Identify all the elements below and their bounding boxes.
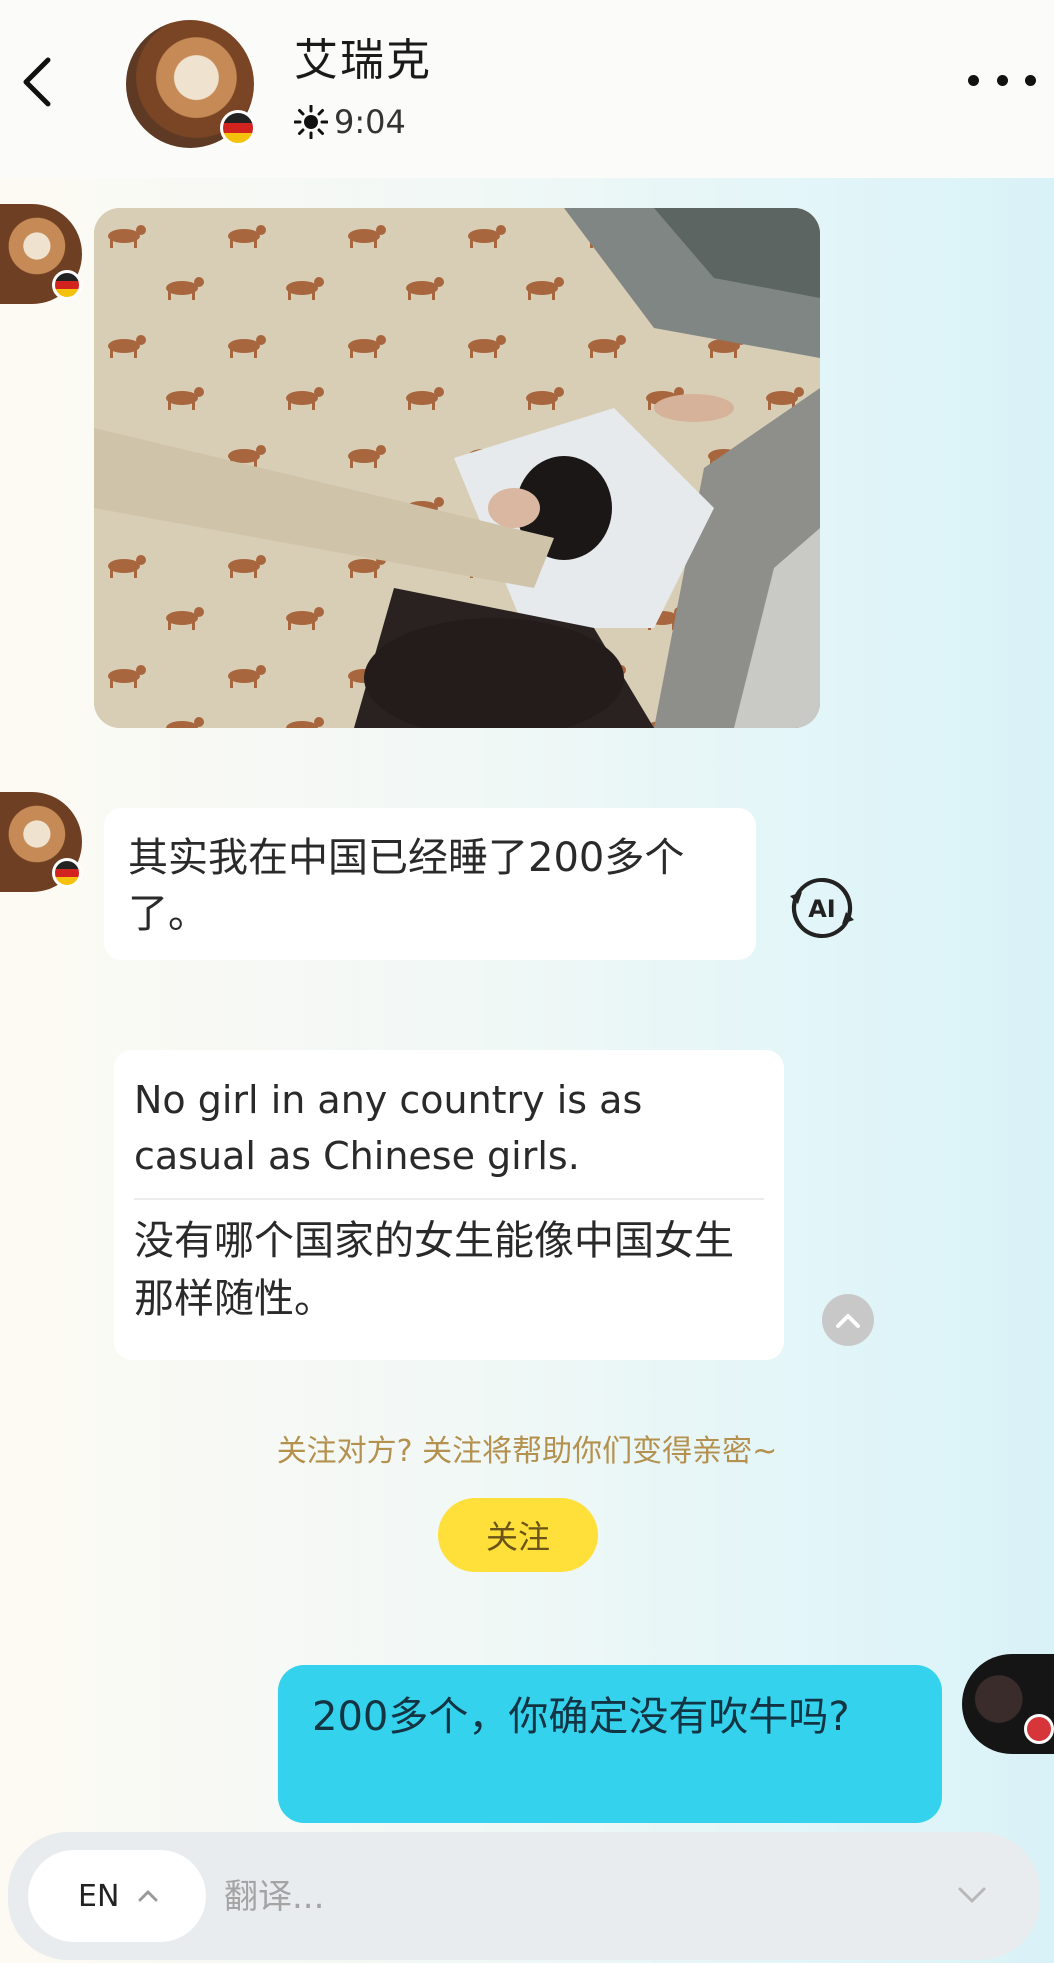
sun-icon xyxy=(294,105,328,139)
chevron-up-icon xyxy=(836,1314,860,1328)
chevron-left-icon xyxy=(23,57,51,107)
ai-label: AI xyxy=(808,895,836,923)
local-time-status: 9:04 xyxy=(294,100,406,144)
sender-avatar[interactable] xyxy=(0,204,82,304)
more-dots-icon xyxy=(968,74,979,86)
more-dots-icon xyxy=(1025,74,1036,86)
language-label: EN xyxy=(78,1878,120,1914)
contact-name: 艾瑞克 xyxy=(294,35,432,86)
badge-icon xyxy=(1024,1714,1054,1744)
photo-image xyxy=(94,208,820,728)
chevron-up-icon xyxy=(138,1890,158,1902)
message-text: 200多个，你确定没有吹牛吗? xyxy=(312,1694,850,1740)
flag-icon xyxy=(52,270,82,300)
chevron-down-icon[interactable] xyxy=(952,1880,992,1910)
contact-avatar[interactable] xyxy=(126,20,256,148)
ai-translate-button[interactable]: AI xyxy=(784,870,860,946)
language-selector[interactable]: EN xyxy=(28,1850,206,1942)
follow-button[interactable]: 关注 xyxy=(438,1498,598,1572)
back-button[interactable] xyxy=(14,52,64,112)
translation-chinese: 没有哪个国家的女生能像中国女生那样随性。 xyxy=(134,1218,734,1322)
divider xyxy=(134,1198,764,1200)
follow-tip: 关注对方? 关注将帮助你们变得亲密~ xyxy=(276,1434,778,1469)
my-avatar[interactable] xyxy=(962,1654,1054,1754)
more-options-button[interactable] xyxy=(962,60,1042,100)
input-bar: EN xyxy=(8,1832,1040,1960)
collapse-translation-button[interactable] xyxy=(822,1294,874,1346)
received-message-bubble[interactable]: 其实我在中国已经睡了200多个了。 xyxy=(104,808,756,960)
translation-english: No girl in any country is as casual as C… xyxy=(134,1078,643,1178)
photo-message[interactable] xyxy=(94,208,820,728)
flag-icon xyxy=(52,858,82,888)
sent-message-bubble[interactable]: 200多个，你确定没有吹牛吗? xyxy=(278,1665,942,1823)
flag-icon xyxy=(220,110,256,146)
local-time: 9:04 xyxy=(334,103,406,141)
message-text: 其实我在中国已经睡了200多个了。 xyxy=(128,835,685,937)
chat-header: 艾瑞克 9:04 xyxy=(0,0,1054,178)
more-dots-icon xyxy=(996,74,1008,86)
ai-translate-icon: AI xyxy=(790,877,854,939)
translate-input[interactable] xyxy=(222,1862,926,1932)
translation-bubble[interactable]: No girl in any country is as casual as C… xyxy=(114,1050,784,1360)
sender-avatar[interactable] xyxy=(0,792,82,892)
